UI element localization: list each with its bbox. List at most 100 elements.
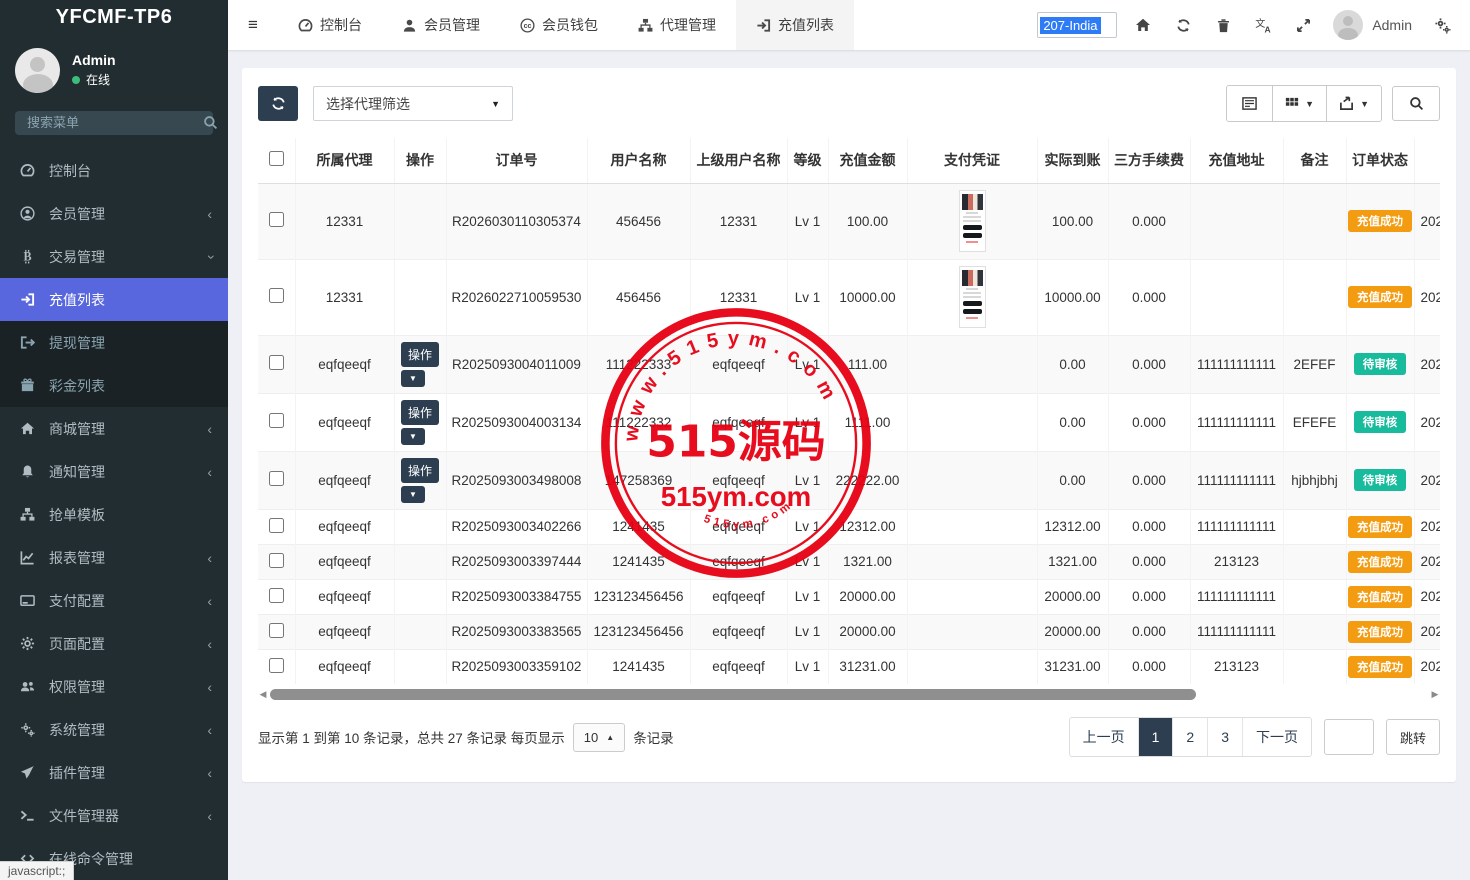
user-avatar <box>15 48 60 93</box>
row-action-caret-button[interactable]: ▼ <box>401 486 425 503</box>
row-checkbox[interactable] <box>269 288 284 303</box>
cell-actual: 1321.00 <box>1037 544 1108 579</box>
tab-会员钱包[interactable]: cc会员钱包 <box>500 0 618 50</box>
sidebar-item-支付配置[interactable]: 支付配置‹ <box>0 579 228 622</box>
row-checkbox[interactable] <box>269 413 284 428</box>
page-jump-button[interactable]: 跳转 <box>1386 719 1440 755</box>
page-button-下一页[interactable]: 下一页 <box>1243 718 1311 756</box>
cell-amount: 10000.00 <box>828 259 907 335</box>
select-all-checkbox[interactable] <box>269 151 284 166</box>
row-checkbox[interactable] <box>269 553 284 568</box>
tab-会员管理[interactable]: 会员管理 <box>382 0 500 50</box>
sidebar-item-页面配置[interactable]: 页面配置‹ <box>0 622 228 665</box>
refresh-table-button[interactable] <box>258 86 298 121</box>
sidebar-item-label: 交易管理 <box>49 247 207 267</box>
sidebar-toggle-icon[interactable]: ≡ <box>228 0 278 50</box>
scroll-left-arrow-icon[interactable]: ◀ <box>258 690 268 699</box>
records-info-suffix: 条记录 <box>633 727 674 747</box>
export-button[interactable]: ▼ <box>1327 86 1381 121</box>
fullscreen-icon[interactable] <box>1283 18 1323 33</box>
page-button-3[interactable]: 3 <box>1208 718 1243 756</box>
per-page-select[interactable]: 10 ▲ <box>573 723 625 752</box>
sidebar-item-抢单模板[interactable]: 抢单模板 <box>0 493 228 536</box>
agent-filter-select[interactable]: 选择代理筛选 ▼ <box>313 86 513 121</box>
sign-out-icon <box>20 335 35 350</box>
cell-address: 111111111111 <box>1190 509 1283 544</box>
table-search-button[interactable] <box>1392 86 1440 121</box>
cell-actual: 0.00 <box>1037 451 1108 509</box>
cell-parent-user: eqfqeeqf <box>690 614 787 649</box>
cell-user: 123123456456 <box>587 614 690 649</box>
row-action-caret-button[interactable]: ▼ <box>401 428 425 445</box>
sidebar-item-提现管理[interactable]: 提现管理 <box>0 321 228 364</box>
sidebar-menu: 控制台会员管理‹B交易管理‹充值列表提现管理彩金列表商城管理‹通知管理‹抢单模板… <box>0 149 228 880</box>
search-icon <box>1409 96 1424 111</box>
detail-view-button[interactable] <box>1227 86 1273 121</box>
row-checkbox[interactable] <box>269 212 284 227</box>
scrollbar-track[interactable] <box>270 689 1428 700</box>
agent-filter-label: 选择代理筛选 <box>326 94 410 114</box>
cell-user: 456456 <box>587 183 690 259</box>
sidebar-item-充值列表[interactable]: 充值列表 <box>0 278 228 321</box>
sidebar: YFCMF-TP6 Admin 在线 控制台会员管理‹B交易管理‹充值列表提现管… <box>0 0 228 880</box>
row-checkbox[interactable] <box>269 471 284 486</box>
tab-label: 会员管理 <box>424 15 480 35</box>
refresh-icon[interactable] <box>1163 18 1203 33</box>
page-button-1[interactable]: 1 <box>1139 718 1174 756</box>
sidebar-item-系统管理[interactable]: 系统管理‹ <box>0 708 228 751</box>
sidebar-item-会员管理[interactable]: 会员管理‹ <box>0 192 228 235</box>
row-checkbox[interactable] <box>269 658 284 673</box>
trash-icon[interactable] <box>1203 18 1243 33</box>
column-header: 上级用户名称 <box>690 138 787 183</box>
sidebar-item-控制台[interactable]: 控制台 <box>0 149 228 192</box>
users-icon <box>20 679 35 694</box>
tab-控制台[interactable]: 控制台 <box>278 0 382 50</box>
row-checkbox[interactable] <box>269 518 284 533</box>
sidebar-search-input[interactable] <box>27 115 203 130</box>
scrollbar-thumb[interactable] <box>270 689 1196 700</box>
page-button-2[interactable]: 2 <box>1173 718 1208 756</box>
page-jump-input[interactable] <box>1324 719 1374 755</box>
cell-amount: 100.00 <box>828 183 907 259</box>
payment-proof-thumbnail[interactable] <box>959 266 986 328</box>
sidebar-item-插件管理[interactable]: 插件管理‹ <box>0 751 228 794</box>
navbar-search-input[interactable]: 207-India <box>1037 12 1117 38</box>
sidebar-item-通知管理[interactable]: 通知管理‹ <box>0 450 228 493</box>
navbar-user-menu[interactable]: Admin <box>1323 10 1422 40</box>
tab-充值列表[interactable]: 充值列表 <box>736 0 854 50</box>
sidebar-item-交易管理[interactable]: B交易管理‹ <box>0 235 228 278</box>
credit-card-icon <box>20 593 35 608</box>
row-action-caret-button[interactable]: ▼ <box>401 370 425 387</box>
settings-cogs-icon[interactable] <box>1422 17 1462 34</box>
sidebar-item-文件管理器[interactable]: 文件管理器‹ <box>0 794 228 837</box>
row-action-button[interactable]: 操作 <box>401 400 439 425</box>
sidebar-item-label: 支付配置 <box>49 591 207 611</box>
scroll-right-arrow-icon[interactable]: ▶ <box>1430 690 1440 699</box>
page-button-上一页[interactable]: 上一页 <box>1070 718 1139 756</box>
table-row: eqfqeeqf操作▼R2025093004011009111222333eqf… <box>258 335 1440 393</box>
sidebar-item-权限管理[interactable]: 权限管理‹ <box>0 665 228 708</box>
cell-parent-user: eqfqeeqf <box>690 509 787 544</box>
columns-button[interactable]: ▼ <box>1273 86 1327 121</box>
sidebar-item-彩金列表[interactable]: 彩金列表 <box>0 364 228 407</box>
row-checkbox[interactable] <box>269 623 284 638</box>
search-icon <box>203 115 218 130</box>
row-checkbox[interactable] <box>269 355 284 370</box>
sidebar-item-商城管理[interactable]: 商城管理‹ <box>0 407 228 450</box>
column-header: 等级 <box>787 138 828 183</box>
cell-level: Lv 1 <box>787 259 828 335</box>
tab-代理管理[interactable]: 代理管理 <box>618 0 736 50</box>
table-row: eqfqeeqfR20250930033591021241435eqfqeeqf… <box>258 649 1440 684</box>
sidebar-item-报表管理[interactable]: 报表管理‹ <box>0 536 228 579</box>
cell-fee: 0.000 <box>1108 183 1190 259</box>
cell-address: 111111111111 <box>1190 393 1283 451</box>
cell-actions <box>394 259 446 335</box>
translate-icon[interactable]: 文A <box>1243 17 1283 34</box>
home-icon[interactable] <box>1123 17 1163 33</box>
row-action-button[interactable]: 操作 <box>401 458 439 483</box>
row-action-button[interactable]: 操作 <box>401 342 439 367</box>
translate-icon: 文A <box>1255 17 1272 34</box>
row-checkbox[interactable] <box>269 588 284 603</box>
payment-proof-thumbnail[interactable] <box>959 190 986 252</box>
cell-actual: 12312.00 <box>1037 509 1108 544</box>
